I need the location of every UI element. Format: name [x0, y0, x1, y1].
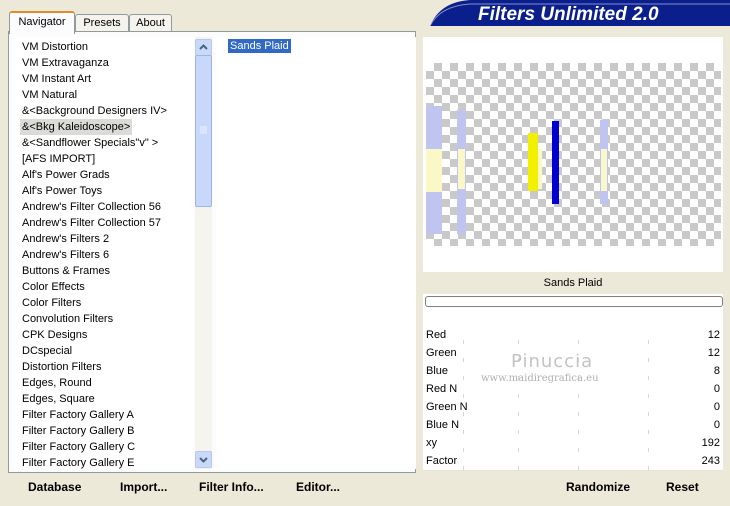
param-label: Blue [426, 365, 449, 377]
tab-navigator[interactable]: Navigator [9, 11, 75, 34]
param-value: 243 [701, 455, 720, 467]
category-item[interactable]: Andrew's Filters 2 [22, 231, 109, 247]
slider-tick [648, 466, 649, 470]
category-item[interactable]: VM Distortion [22, 39, 88, 55]
category-item[interactable]: Distortion Filters [22, 359, 101, 375]
preview-filter-name: Sands Plaid [423, 272, 723, 294]
preview-image [426, 63, 721, 246]
param-value: 192 [701, 437, 720, 449]
category-item[interactable]: Filter Factory Gallery A [22, 407, 134, 423]
param-label: Factor [426, 455, 458, 467]
chevron-down-icon [199, 457, 208, 463]
category-item[interactable]: [AFS IMPORT] [22, 151, 95, 167]
param-row[interactable]: xy 192 [423, 434, 723, 453]
param-row[interactable]: Factor 243 [423, 452, 723, 471]
param-label: Red N [426, 383, 458, 395]
param-value: 12 [707, 329, 720, 341]
preview-stripe [528, 133, 538, 191]
slider-tick [518, 466, 519, 470]
param-value: 0 [713, 419, 720, 431]
param-label: Green N [426, 401, 468, 413]
category-item[interactable]: Color Filters [22, 295, 81, 311]
category-item[interactable]: &<Sandflower Specials"v" > [22, 135, 158, 151]
category-item[interactable]: Andrew's Filters 6 [22, 247, 109, 263]
param-row[interactable]: Red 12 [423, 326, 723, 345]
filter-item-selected[interactable]: Sands Plaid [228, 39, 291, 53]
category-item[interactable]: Convolution Filters [22, 311, 113, 327]
category-item[interactable]: CPK Designs [22, 327, 87, 343]
preview-stripe [552, 121, 559, 204]
scroll-down-button[interactable] [195, 451, 212, 468]
editor-button[interactable]: Editor... [296, 478, 340, 496]
category-item[interactable]: Filter Factory Gallery C [22, 439, 135, 455]
param-value: 0 [713, 401, 720, 413]
grip-icon [200, 126, 207, 134]
tab-about[interactable]: About [129, 14, 172, 32]
app-title: Filters Unlimited 2.0 [478, 4, 659, 25]
preview-stripe [458, 149, 465, 189]
param-label: xy [426, 437, 437, 449]
category-item[interactable]: Color Effects [22, 279, 85, 295]
filter-info-button[interactable]: Filter Info... [199, 478, 264, 496]
scroll-up-button[interactable] [195, 39, 212, 56]
category-item[interactable]: Buttons & Frames [22, 263, 110, 279]
filter-list[interactable]: Sands Plaid [216, 37, 416, 469]
param-value: 8 [713, 365, 720, 377]
category-item[interactable]: Edges, Square [22, 391, 95, 407]
progress-bar [425, 296, 723, 307]
param-label: Blue N [426, 419, 460, 431]
preview-stripe [538, 149, 542, 189]
scroll-thumb[interactable] [195, 55, 212, 207]
reset-button[interactable]: Reset [666, 478, 699, 496]
category-scrollbar[interactable] [195, 37, 212, 469]
param-value: 12 [707, 347, 720, 359]
category-item[interactable]: VM Instant Art [22, 71, 91, 87]
category-list[interactable]: VM Distortion VM Extravaganza VM Instant A… [14, 37, 194, 469]
category-item[interactable]: VM Extravaganza [22, 55, 109, 71]
param-label: Green [426, 347, 457, 359]
category-item[interactable]: DCspecial [22, 343, 72, 359]
title-banner: Filters Unlimited 2.0 [430, 0, 730, 26]
slider-tick [578, 466, 579, 470]
category-item[interactable]: Filter Factory Gallery B [22, 423, 134, 439]
category-item[interactable]: Andrew's Filter Collection 57 [22, 215, 161, 231]
category-item[interactable]: Alf's Power Toys [22, 183, 102, 199]
randomize-button[interactable]: Randomize [566, 478, 630, 496]
category-item[interactable]: &<Background Designers IV> [22, 103, 167, 119]
param-row[interactable]: Green N 0 [423, 398, 723, 417]
param-label: Red [426, 329, 447, 341]
category-item[interactable]: &<Bkg Kaleidoscope> [20, 119, 133, 135]
category-item[interactable]: Edges, Round [22, 375, 92, 391]
preview-stripe [426, 149, 442, 192]
slider-tick [463, 466, 464, 470]
database-button[interactable]: Database [28, 478, 81, 496]
category-item[interactable]: Andrew's Filter Collection 56 [22, 199, 161, 215]
param-value: 0 [713, 383, 720, 395]
category-item[interactable]: Filter Factory Gallery E [22, 455, 134, 469]
watermark-url: www.maidiregrafica.eu [481, 373, 599, 384]
category-item[interactable]: Alf's Power Grads [22, 167, 110, 183]
watermark-name: Pinuccia [511, 351, 594, 372]
param-row[interactable]: Blue N 0 [423, 416, 723, 435]
import-button[interactable]: Import... [120, 478, 167, 496]
category-item[interactable]: VM Natural [22, 87, 77, 103]
tab-presets[interactable]: Presets [75, 14, 129, 32]
chevron-up-icon [199, 44, 208, 50]
preview-stripe [601, 149, 607, 191]
